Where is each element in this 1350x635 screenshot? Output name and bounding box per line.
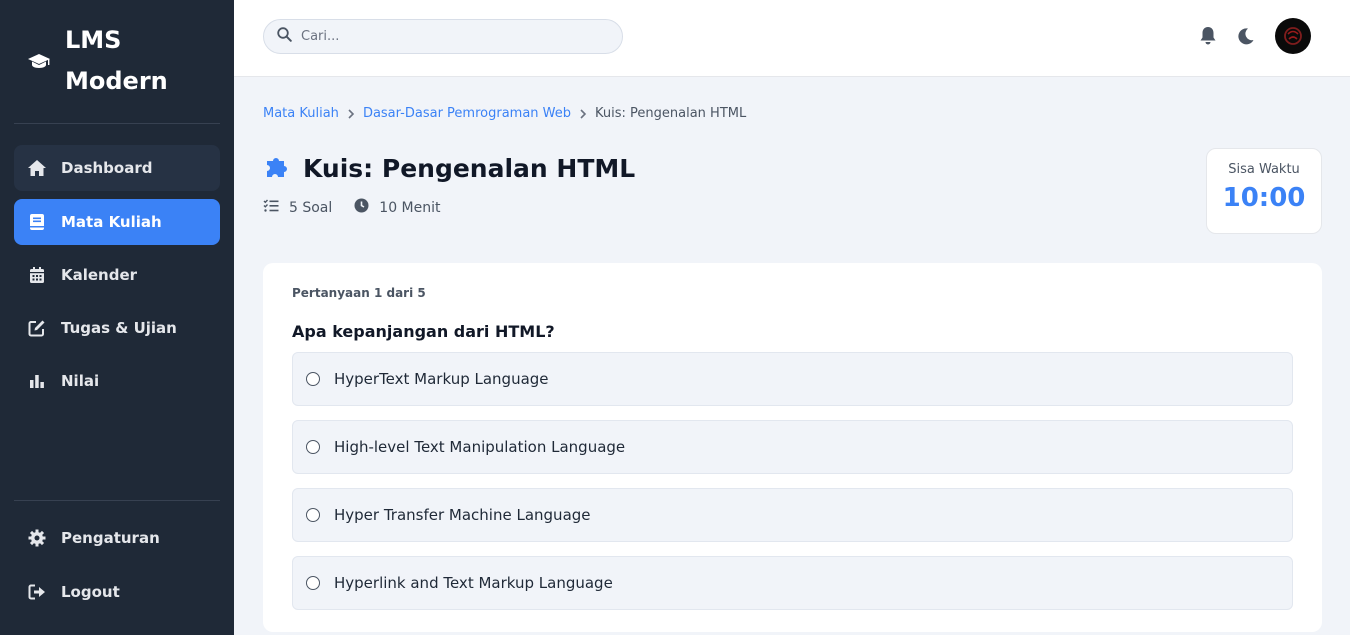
answer-option[interactable]: High-level Text Manipulation Language <box>292 420 1293 474</box>
sidebar-item-label: Nilai <box>61 372 100 390</box>
home-icon <box>27 158 47 178</box>
sidebar: LMS Modern Dashboard Mata Kuliah Kalende… <box>0 0 234 635</box>
search-input[interactable] <box>301 29 601 44</box>
graduation-cap-icon <box>26 51 52 71</box>
breadcrumb-current: Kuis: Pengenalan HTML <box>595 106 747 121</box>
sidebar-item-label: Dashboard <box>61 159 153 177</box>
page-title: Kuis: Pengenalan HTML <box>303 153 636 183</box>
bar-chart-icon <box>27 371 47 391</box>
quiz-duration: 10 Menit <box>354 198 441 217</box>
sidebar-item-tugas-ujian[interactable]: Tugas & Ujian <box>14 305 220 351</box>
breadcrumb: Mata Kuliah Dasar-Dasar Pemrograman Web … <box>263 106 746 121</box>
sidebar-item-label: Kalender <box>61 266 138 284</box>
sidebar-item-dashboard[interactable]: Dashboard <box>14 145 220 191</box>
question-count: 5 Soal <box>263 199 332 217</box>
chevron-right-icon <box>347 108 355 119</box>
list-check-icon <box>263 199 289 217</box>
brand[interactable]: LMS Modern <box>26 20 195 102</box>
timer-value: 10:00 <box>1222 183 1306 213</box>
answer-option[interactable]: HyperText Markup Language <box>292 352 1293 406</box>
question-card: Pertanyaan 1 dari 5 Apa kepanjangan dari… <box>263 263 1322 632</box>
sidebar-item-logout[interactable]: Logout <box>14 569 220 615</box>
puzzle-icon <box>263 152 291 184</box>
sidebar-item-nilai[interactable]: Nilai <box>14 358 220 404</box>
radio-button[interactable] <box>306 576 320 590</box>
sidebar-divider <box>14 123 220 124</box>
quiz-meta: 5 Soal 10 Menit <box>263 198 463 217</box>
book-icon <box>27 212 47 232</box>
radio-button[interactable] <box>306 372 320 386</box>
clock-icon <box>354 198 379 217</box>
edit-icon <box>27 318 47 338</box>
sidebar-item-label: Logout <box>61 583 120 601</box>
logout-icon <box>27 582 47 602</box>
sidebar-item-label: Mata Kuliah <box>61 213 162 231</box>
gear-icon <box>27 528 47 548</box>
search-box[interactable] <box>263 19 623 54</box>
timer-label: Sisa Waktu <box>1228 162 1300 177</box>
quiz-header: Kuis: Pengenalan HTML <box>263 152 635 184</box>
question-counter: Pertanyaan 1 dari 5 <box>292 286 426 300</box>
breadcrumb-link-mata-kuliah[interactable]: Mata Kuliah <box>263 106 339 121</box>
calendar-icon <box>27 265 47 285</box>
radio-button[interactable] <box>306 508 320 522</box>
sidebar-divider <box>14 500 220 501</box>
brand-name: LMS Modern <box>65 26 168 95</box>
topbar <box>234 0 1350 77</box>
sidebar-item-label: Pengaturan <box>61 529 160 547</box>
question-text: Apa kepanjangan dari HTML? <box>292 322 555 341</box>
sidebar-item-pengaturan[interactable]: Pengaturan <box>14 515 220 561</box>
sidebar-item-label: Tugas & Ujian <box>61 319 177 337</box>
search-icon <box>277 27 292 46</box>
chevron-right-icon <box>579 108 587 119</box>
breadcrumb-link-course[interactable]: Dasar-Dasar Pemrograman Web <box>363 106 571 121</box>
avatar[interactable] <box>1275 18 1311 54</box>
radio-button[interactable] <box>306 440 320 454</box>
dark-mode-moon-icon[interactable] <box>1234 24 1258 48</box>
answer-option[interactable]: Hyper Transfer Machine Language <box>292 488 1293 542</box>
sidebar-item-kalender[interactable]: Kalender <box>14 252 220 298</box>
bell-icon[interactable] <box>1196 24 1220 48</box>
answer-option[interactable]: Hyperlink and Text Markup Language <box>292 556 1293 610</box>
sidebar-item-mata-kuliah[interactable]: Mata Kuliah <box>14 199 220 245</box>
time-remaining-box: Sisa Waktu 10:00 <box>1206 148 1322 234</box>
